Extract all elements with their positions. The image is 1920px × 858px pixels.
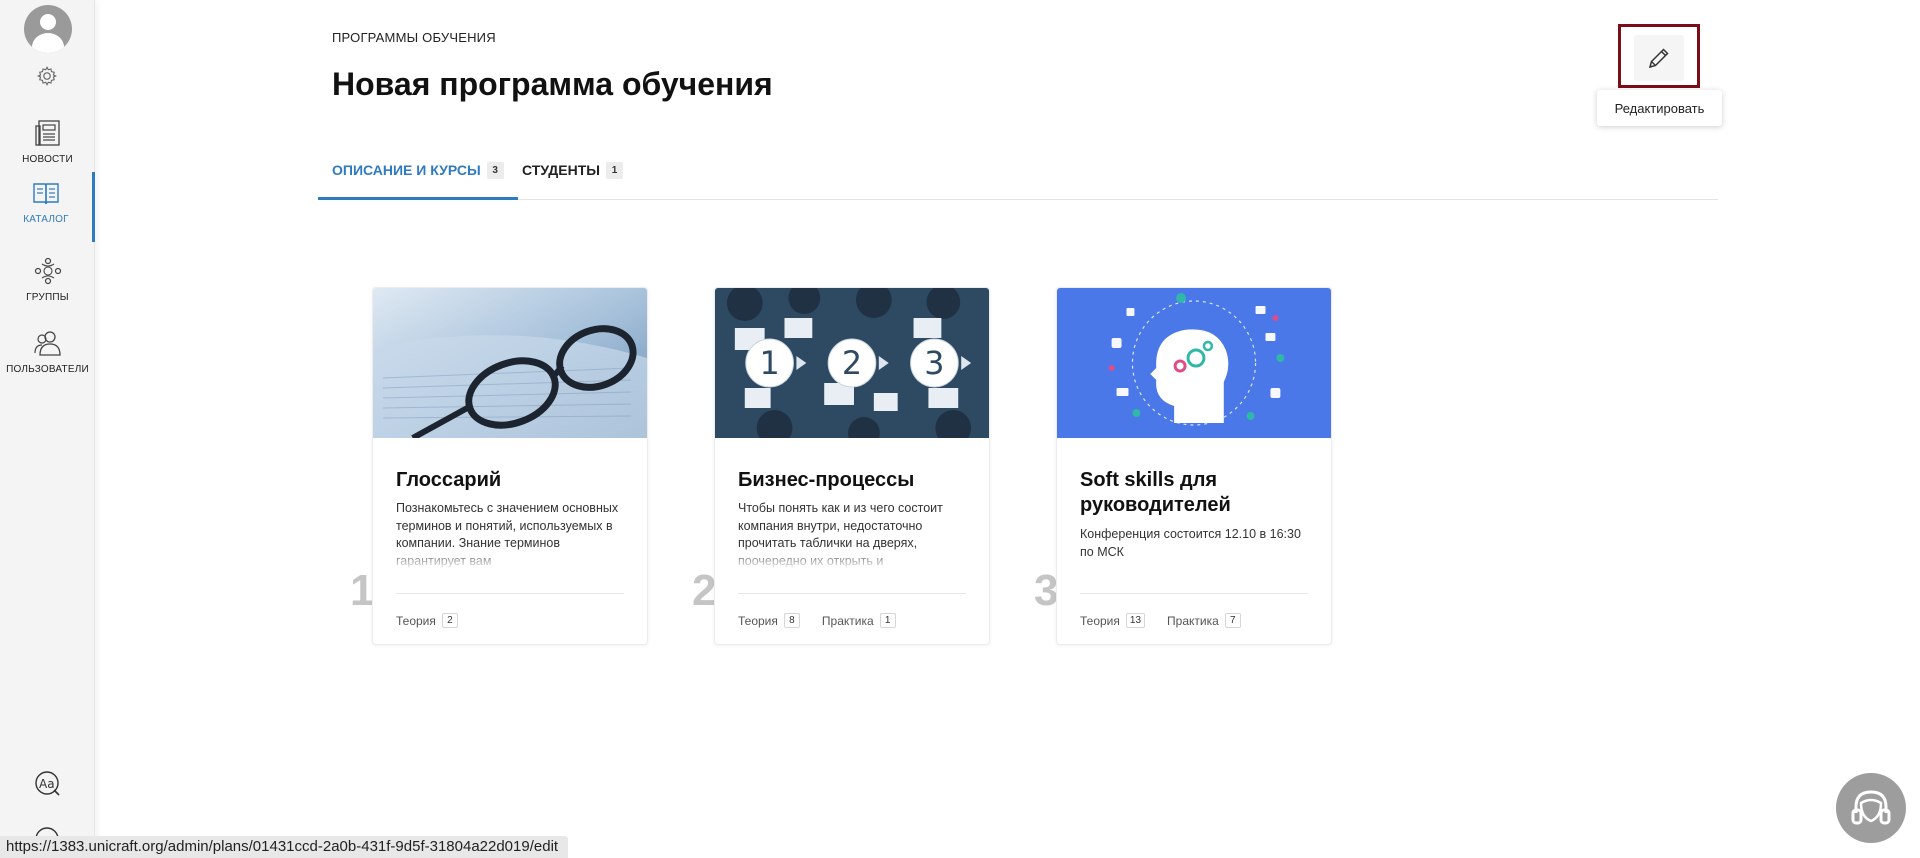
stat-label: Теория xyxy=(738,613,778,628)
svg-text:Aa: Aa xyxy=(39,777,55,791)
business-process-cover: 1 2 3 xyxy=(715,288,989,438)
course-description: Конференция состоится 12.10 в 16:30 по М… xyxy=(1080,526,1312,566)
course-stats: Теория 2 xyxy=(396,613,480,628)
users-icon xyxy=(33,331,61,356)
sidebar-item-label: НОВОСТИ xyxy=(22,154,73,165)
svg-text:1: 1 xyxy=(759,344,779,382)
stat-label: Теория xyxy=(1080,613,1120,628)
sidebar-item-label: ПОЛЬЗОВАТЕЛИ xyxy=(6,364,89,375)
stat-label: Практика xyxy=(1167,613,1219,628)
description-fade xyxy=(396,548,628,570)
status-bar-url: https://1383.unicraft.org/admin/plans/01… xyxy=(0,836,569,858)
course-card-soft-skills[interactable]: Soft skills для руководителей Конференци… xyxy=(1056,287,1332,645)
card-divider xyxy=(738,593,966,594)
head-gears-cover xyxy=(1057,288,1331,438)
headset-icon xyxy=(1851,790,1891,825)
newspaper-icon xyxy=(34,120,60,146)
stat-label: Практика xyxy=(821,613,874,628)
card-divider xyxy=(396,593,624,594)
course-description: Чтобы понять как и из чего состоит компа… xyxy=(738,500,970,570)
sidebar-item-groups[interactable]: ГРУППЫ xyxy=(0,250,95,320)
course-stats: Теория 13 Практика 7 xyxy=(1080,613,1263,628)
pencil-icon xyxy=(1648,48,1669,69)
course-card-business-processes[interactable]: 1 2 3 Бизнес-процессы Чтобы понять как и… xyxy=(714,287,990,645)
gear-icon[interactable] xyxy=(36,65,58,87)
tab-label: СТУДЕНТЫ xyxy=(522,162,600,178)
course-stats: Теория 8 Практика 1 xyxy=(738,613,918,628)
stat-theory: Теория 2 xyxy=(396,613,458,628)
course-order-number: 3 xyxy=(1034,566,1059,615)
course-description-text: Конференция состоится 12.10 в 16:30 по М… xyxy=(1080,527,1301,559)
tab-count-badge: 1 xyxy=(606,162,623,179)
stat-count-badge: 2 xyxy=(441,613,458,628)
card-divider xyxy=(1080,593,1308,594)
course-order-number: 2 xyxy=(692,566,717,615)
font-size-icon[interactable]: Aa xyxy=(34,770,60,796)
tab-count-badge: 3 xyxy=(486,162,504,179)
stat-count-badge: 1 xyxy=(879,613,896,628)
sidebar-item-label: КАТАЛОГ xyxy=(23,214,69,225)
page-title: Новая программа обучения xyxy=(332,66,773,102)
avatar-body xyxy=(32,33,64,53)
edit-button[interactable] xyxy=(1634,35,1684,81)
course-title[interactable]: Бизнес-процессы xyxy=(738,468,968,493)
stat-count-badge: 8 xyxy=(783,613,800,628)
breadcrumb[interactable]: ПРОГРАММЫ ОБУЧЕНИЯ xyxy=(332,30,496,45)
stat-theory: Теория 8 xyxy=(738,613,800,628)
stat-practice: Практика 1 xyxy=(822,613,896,628)
stat-count-badge: 13 xyxy=(1125,613,1146,628)
course-title[interactable]: Глоссарий xyxy=(396,468,626,493)
description-fade xyxy=(738,548,970,570)
tab-description-courses[interactable]: ОПИСАНИЕ И КУРСЫ 3 xyxy=(318,150,518,200)
avatar[interactable] xyxy=(24,5,72,53)
stat-count-badge: 7 xyxy=(1224,613,1241,628)
course-card-glossary[interactable]: Глоссарий Познакомьтесь с значением осно… xyxy=(372,287,648,645)
book-icon xyxy=(33,183,59,205)
stat-practice: Практика 7 xyxy=(1167,613,1241,628)
tab-students[interactable]: СТУДЕНТЫ 1 xyxy=(522,162,623,200)
svg-text:2: 2 xyxy=(842,344,862,382)
edit-tooltip: Редактировать xyxy=(1597,90,1722,126)
course-description: Познакомьтесь с значением основных терми… xyxy=(396,500,628,570)
sidebar: НОВОСТИ КАТАЛОГ ГРУППЫ ПОЛЬЗОВАТЕЛИ Aa xyxy=(0,0,95,858)
sidebar-item-catalog[interactable]: КАТАЛОГ xyxy=(0,172,95,242)
course-order-number: 1 xyxy=(350,566,375,615)
svg-text:3: 3 xyxy=(924,344,944,382)
stat-theory: Теория 13 xyxy=(1080,613,1146,628)
stat-label: Теория xyxy=(396,613,436,628)
glasses-book-cover xyxy=(373,288,647,438)
course-title[interactable]: Soft skills для руководителей xyxy=(1080,468,1310,518)
sidebar-item-label: ГРУППЫ xyxy=(26,292,69,303)
tab-bar: ОПИСАНИЕ И КУРСЫ 3 СТУДЕНТЫ 1 xyxy=(318,150,1718,200)
avatar-head xyxy=(40,14,56,30)
tab-label: ОПИСАНИЕ И КУРСЫ xyxy=(332,162,481,178)
sidebar-item-users[interactable]: ПОЛЬЗОВАТЕЛИ xyxy=(0,322,95,392)
groups-icon xyxy=(34,257,61,285)
support-chat-button[interactable] xyxy=(1836,773,1906,843)
